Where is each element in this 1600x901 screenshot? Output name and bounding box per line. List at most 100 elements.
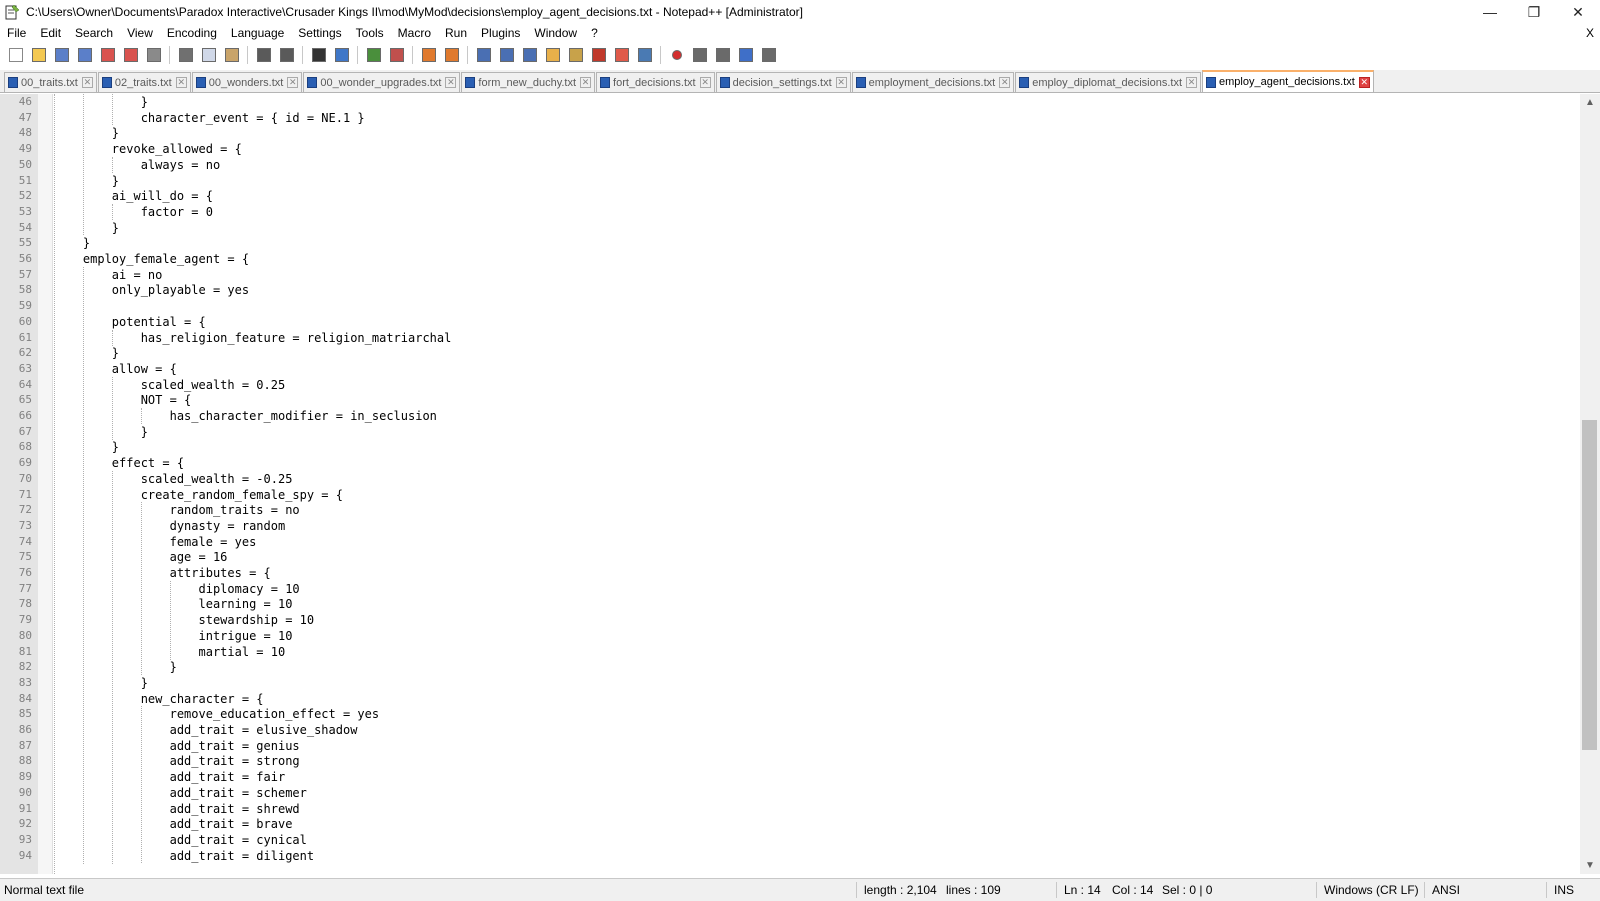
tab-employ-diplomat-decisions[interactable]: employ_diplomat_decisions.txt ✕ <box>1015 72 1202 92</box>
stop-macro-button[interactable] <box>691 46 709 64</box>
code-line[interactable]: add_trait = fair <box>54 769 286 785</box>
code-line[interactable]: } <box>54 173 119 189</box>
menu-edit[interactable]: Edit <box>33 24 68 42</box>
menu-help[interactable]: ? <box>584 24 605 42</box>
zoom-out-button[interactable] <box>388 46 406 64</box>
code-line[interactable]: } <box>54 675 148 691</box>
scroll-down-arrow-icon[interactable]: ▼ <box>1580 857 1600 874</box>
menu-window[interactable]: Window <box>527 24 584 42</box>
menu-plugins[interactable]: Plugins <box>474 24 527 42</box>
menu-file[interactable]: File <box>0 24 33 42</box>
tab-close-icon[interactable]: ✕ <box>445 77 457 88</box>
tab-00-wonder-upgrades[interactable]: 00_wonder_upgrades.txt ✕ <box>303 72 461 92</box>
doc-map-button[interactable] <box>567 46 585 64</box>
code-line[interactable]: dynasty = random <box>54 518 286 534</box>
code-line[interactable]: scaled_wealth = -0.25 <box>54 471 293 487</box>
code-line[interactable]: create_random_female_spy = { <box>54 487 343 503</box>
code-line[interactable]: } <box>54 659 177 675</box>
paste-button[interactable] <box>223 46 241 64</box>
udl-button[interactable] <box>544 46 562 64</box>
restore-button[interactable]: ❐ <box>1512 0 1556 24</box>
code-line[interactable]: scaled_wealth = 0.25 <box>54 377 286 393</box>
close-all-button[interactable] <box>122 46 140 64</box>
tab-close-icon[interactable]: ✕ <box>81 77 93 88</box>
function-list-button[interactable] <box>590 46 608 64</box>
tab-close-icon[interactable]: ✕ <box>835 77 847 88</box>
code-line[interactable]: } <box>54 424 148 440</box>
find-button[interactable] <box>310 46 328 64</box>
code-line[interactable]: factor = 0 <box>54 204 213 220</box>
redo-button[interactable] <box>278 46 296 64</box>
vertical-scrollbar[interactable]: ▲ ▼ <box>1580 94 1600 874</box>
sync-horizontal-button[interactable] <box>443 46 461 64</box>
close-file-button[interactable] <box>99 46 117 64</box>
tab-close-icon[interactable]: ✕ <box>1358 76 1370 88</box>
tab-form-new-duchy[interactable]: form_new_duchy.txt ✕ <box>461 72 596 92</box>
code-line[interactable]: add_trait = genius <box>54 738 300 754</box>
tab-employ-agent-decisions[interactable]: employ_agent_decisions.txt ✕ <box>1202 70 1374 92</box>
new-file-button[interactable] <box>7 46 25 64</box>
code-line[interactable]: intrigue = 10 <box>54 628 292 644</box>
code-line[interactable]: } <box>54 125 119 141</box>
show-all-chars-button[interactable] <box>498 46 516 64</box>
code-line[interactable]: ai = no <box>54 267 163 283</box>
tab-close-icon[interactable]: ✕ <box>999 77 1011 88</box>
tab-close-icon[interactable]: ✕ <box>287 77 299 88</box>
close-window-button[interactable]: ✕ <box>1556 0 1600 24</box>
replace-button[interactable] <box>333 46 351 64</box>
play-macro-button[interactable] <box>714 46 732 64</box>
undo-button[interactable] <box>255 46 273 64</box>
code-line[interactable]: stewardship = 10 <box>54 612 314 628</box>
tab-00-wonders[interactable]: 00_wonders.txt ✕ <box>191 72 303 92</box>
code-line[interactable]: NOT = { <box>54 392 192 408</box>
code-line[interactable]: remove_education_effect = yes <box>54 706 380 722</box>
code-line[interactable]: add_trait = brave <box>54 816 293 832</box>
tab-employment-decisions[interactable]: employment_decisions.txt ✕ <box>851 72 1015 92</box>
code-line[interactable]: add_trait = diligent <box>54 848 315 864</box>
tab-fort-decisions[interactable]: fort_decisions.txt ✕ <box>596 72 715 92</box>
record-macro-button[interactable] <box>668 46 686 64</box>
monitoring-button[interactable] <box>636 46 654 64</box>
open-file-button[interactable] <box>30 46 48 64</box>
code-line[interactable]: allow = { <box>54 361 177 377</box>
code-line[interactable]: ai_will_do = { <box>54 188 213 204</box>
code-line[interactable]: learning = 10 <box>54 596 292 612</box>
code-line[interactable]: new_character = { <box>54 691 264 707</box>
tab-decision-settings[interactable]: decision_settings.txt ✕ <box>715 72 851 92</box>
code-line[interactable]: } <box>54 94 148 110</box>
code-line[interactable]: add_trait = shrewd <box>54 801 300 817</box>
tab-close-icon[interactable]: ✕ <box>699 77 711 88</box>
save-all-button[interactable] <box>76 46 94 64</box>
code-line[interactable]: add_trait = schemer <box>54 785 307 801</box>
notepadpp-app-icon[interactable] <box>4 4 20 20</box>
code-view[interactable]: } character_event = { id = NE.1 } } revo… <box>54 94 1580 874</box>
code-line[interactable]: } <box>54 439 119 455</box>
menu-encoding[interactable]: Encoding <box>160 24 224 42</box>
minimize-button[interactable]: — <box>1468 0 1512 24</box>
tab-close-icon[interactable]: ✕ <box>1186 77 1198 88</box>
tab-close-icon[interactable]: ✕ <box>175 77 187 88</box>
code-line[interactable]: diplomacy = 10 <box>54 581 299 597</box>
code-line[interactable]: add_trait = cynical <box>54 832 307 848</box>
tab-close-icon[interactable]: ✕ <box>580 77 592 88</box>
code-line[interactable]: employ_female_agent = { <box>54 251 249 267</box>
scroll-up-arrow-icon[interactable]: ▲ <box>1580 94 1600 111</box>
code-line[interactable]: potential = { <box>54 314 206 330</box>
code-line[interactable]: character_event = { id = NE.1 } <box>54 110 365 126</box>
editor-area[interactable]: 46 47 48 49 50 51 52 53 54 55 56 57 58 59 60 61 62 63 64 65… <box>0 94 1600 874</box>
indent-guide-button[interactable] <box>521 46 539 64</box>
tab-02-traits[interactable]: 02_traits.txt ✕ <box>97 72 191 92</box>
code-line[interactable]: has_religion_feature = religion_matriarc… <box>54 330 452 346</box>
menu-language[interactable]: Language <box>224 24 291 42</box>
code-line[interactable]: attributes = { <box>54 565 271 581</box>
code-line[interactable]: add_trait = elusive_shadow <box>54 722 358 738</box>
save-button[interactable] <box>53 46 71 64</box>
copy-button[interactable] <box>200 46 218 64</box>
code-line[interactable]: effect = { <box>54 455 184 471</box>
close-document-button[interactable]: X <box>1586 24 1594 42</box>
code-line[interactable]: } <box>54 345 119 361</box>
code-line[interactable]: random_traits = no <box>54 502 300 518</box>
save-macro-button[interactable] <box>760 46 778 64</box>
zoom-in-button[interactable] <box>365 46 383 64</box>
cut-button[interactable] <box>177 46 195 64</box>
